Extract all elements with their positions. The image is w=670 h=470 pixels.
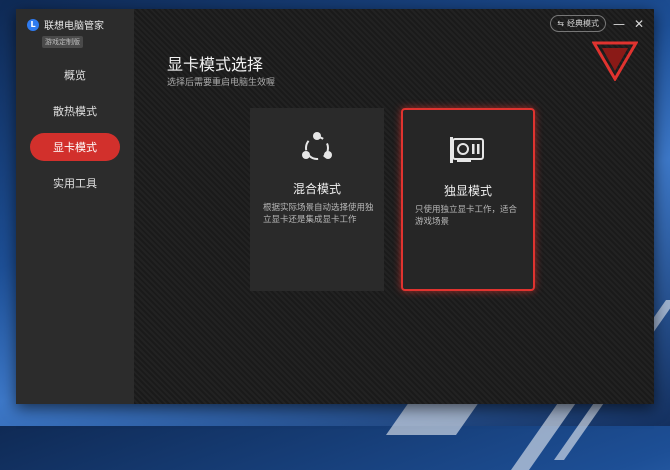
sidebar-item-cooling-mode[interactable]: 散热模式 [30, 97, 120, 125]
discrete-mode-title: 独显模式 [443, 184, 492, 198]
classic-mode-button[interactable]: ⇆ 经典模式 [550, 15, 606, 32]
main-panel: ⇆ 经典模式 — ✕ 显卡模式选择 选择后需要重启电脑生效喔 混合模式 根据实际… [134, 9, 654, 404]
page-subtitle: 选择后需要重启电脑生效喔 [167, 78, 276, 88]
sidebar-item-label: 实用工具 [53, 177, 97, 190]
sidebar-item-overview[interactable]: 概览 [30, 61, 120, 89]
app-brand: L 联想电脑管家 [27, 17, 104, 32]
page-title: 显卡模式选择 [167, 55, 264, 74]
sidebar-item-utilities[interactable]: 实用工具 [30, 169, 120, 197]
discrete-mode-description: 只使用独立显卡工作，适合游戏场景 [415, 205, 518, 227]
hybrid-mode-card[interactable]: 混合模式 根据实际场景自动选择使用独立显卡还是集成显卡工作 [250, 108, 384, 291]
sidebar-item-label: 散热模式 [53, 105, 97, 118]
sidebar-item-label: 概览 [64, 69, 86, 82]
legion-logo-icon [592, 41, 638, 81]
discrete-mode-card[interactable]: 独显模式 只使用独立显卡工作，适合游戏场景 [401, 108, 535, 291]
sidebar-item-label: 显卡模式 [53, 141, 97, 154]
minimize-button[interactable]: — [612, 17, 626, 31]
sidebar: L 联想电脑管家 游戏定制版 概览 散热模式 显卡模式 实用工具 [16, 9, 134, 404]
hybrid-mode-title: 混合模式 [292, 182, 341, 196]
sidebar-nav: 概览 散热模式 显卡模式 实用工具 [16, 61, 134, 205]
sidebar-item-graphics-mode[interactable]: 显卡模式 [30, 133, 120, 161]
hybrid-share-icon [302, 132, 332, 160]
classic-mode-label: 经典模式 [567, 19, 599, 28]
app-window: L 联想电脑管家 游戏定制版 概览 散热模式 显卡模式 实用工具 ⇆ 经典模式 [16, 9, 654, 404]
lenovo-logo-icon: L [27, 18, 39, 31]
close-button[interactable]: ✕ [632, 17, 646, 31]
window-controls: ⇆ 经典模式 — ✕ [550, 15, 646, 32]
edition-badge: 游戏定制版 [42, 36, 83, 48]
graphics-card-icon [450, 137, 484, 163]
hybrid-mode-description: 根据实际场景自动选择使用独立显卡还是集成显卡工作 [263, 203, 374, 225]
switch-icon: ⇆ [557, 19, 564, 28]
app-name: 联想电脑管家 [44, 21, 104, 32]
